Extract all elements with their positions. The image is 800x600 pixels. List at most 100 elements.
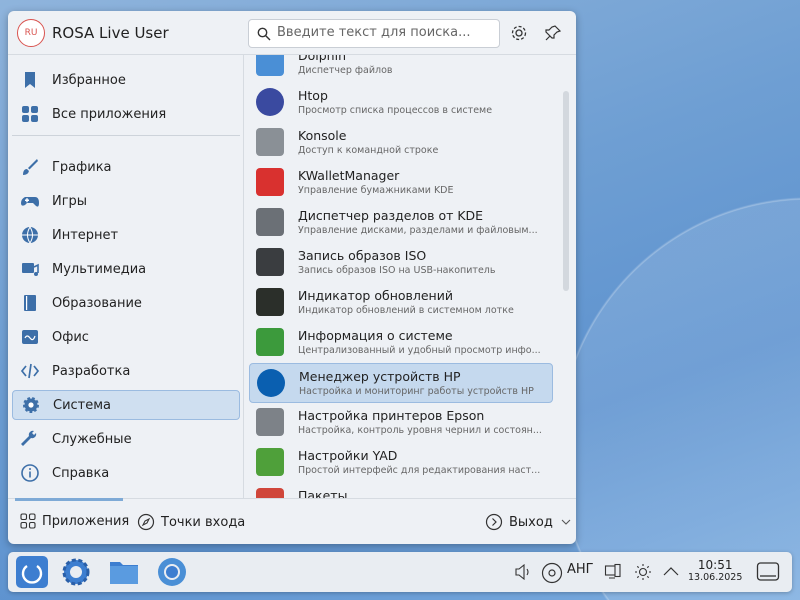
app-subtitle: Запись образов ISO на USB-накопитель <box>298 265 496 276</box>
sidebar-item-1[interactable]: Все приложения <box>12 99 240 129</box>
sidebar-item-11[interactable]: Справка <box>12 458 240 488</box>
app-list-item[interactable]: Информация о системе Централизованный и у… <box>249 323 553 363</box>
sidebar-item-label: Интернет <box>52 227 119 243</box>
sidebar-divider <box>12 135 240 136</box>
application-launcher: RU ROSA Live User Избранное Все приложени… <box>8 11 576 544</box>
sidebar-item-label: Разработка <box>52 363 131 379</box>
application-list: Dolphin Диспетчер файлов Htop Просмотр спис… <box>245 55 561 498</box>
app-icon <box>256 408 284 436</box>
app-list-item[interactable]: Настройка принтеров Epson Настройка, конт… <box>249 403 553 443</box>
launcher-header: RU ROSA Live User <box>8 11 576 55</box>
app-subtitle: Управление бумажниками KDE <box>298 185 454 196</box>
user-name: ROSA Live User <box>52 24 169 42</box>
browser-icon[interactable] <box>156 556 188 588</box>
sidebar-item-7[interactable]: Офис <box>12 322 240 352</box>
sidebar-item-label: Игры <box>52 193 88 209</box>
search-icon <box>257 27 271 41</box>
app-list-item[interactable]: Konsole Доступ к командной строке <box>249 123 553 163</box>
app-list-item[interactable]: Менеджер устройств HP Настройка и монитор… <box>249 363 553 403</box>
app-title: Dolphin <box>298 55 346 63</box>
sidebar-item-2[interactable]: Графика <box>12 152 240 182</box>
pin-icon[interactable] <box>543 23 563 43</box>
taskbar: АНГ 10:51 13.06.2025 <box>8 552 792 592</box>
globe-icon <box>22 226 38 244</box>
app-title: Запись образов ISO <box>298 248 427 263</box>
app-title: Индикатор обновлений <box>298 288 453 303</box>
sidebar-item-9[interactable]: Система <box>12 390 240 420</box>
app-title: Пакеты <box>298 488 348 498</box>
tab-places-label: Точки входа <box>161 514 246 530</box>
sidebar-item-3[interactable]: Игры <box>12 186 240 216</box>
info-icon <box>21 464 39 482</box>
app-icon <box>256 328 284 356</box>
book-icon <box>24 295 36 311</box>
clock[interactable]: 10:51 13.06.2025 <box>688 558 742 583</box>
app-icon <box>256 248 284 276</box>
chevron-up-icon[interactable] <box>662 563 680 581</box>
gear-icon <box>23 397 39 413</box>
active-tab-indicator <box>15 498 123 501</box>
leave-arrow-icon <box>485 513 503 531</box>
app-title: KWalletManager <box>298 168 400 183</box>
brightness-icon[interactable] <box>634 563 652 581</box>
office-icon <box>22 330 38 344</box>
app-list-item[interactable]: Dolphin Диспетчер файлов <box>249 55 553 83</box>
avatar[interactable]: RU <box>17 19 45 47</box>
tab-applications[interactable]: Приложения <box>20 513 129 529</box>
show-desktop-icon[interactable] <box>756 561 780 583</box>
scrollbar[interactable] <box>563 91 569 291</box>
sidebar-item-6[interactable]: Образование <box>12 288 240 318</box>
app-subtitle: Централизованный и удобный просмотр инфо… <box>298 345 541 356</box>
app-subtitle: Управление дисками, разделами и файловым… <box>298 225 538 236</box>
settings-gear-icon[interactable] <box>509 23 529 43</box>
launcher-button[interactable] <box>16 556 48 588</box>
app-title: Настройки YAD <box>298 448 398 463</box>
app-list-item[interactable]: Индикатор обновлений Индикатор обновлений… <box>249 283 553 323</box>
app-icon <box>256 128 284 156</box>
app-list-item[interactable]: Настройки YAD Простой интерфейс для редак… <box>249 443 553 483</box>
sidebar-item-label: Система <box>53 397 112 413</box>
code-icon <box>20 363 40 379</box>
app-icon <box>256 208 284 236</box>
app-list-item[interactable]: KWalletManager Управление бумажниками KDE <box>249 163 553 203</box>
network-icon[interactable] <box>604 563 622 581</box>
app-subtitle: Простой интерфейс для редактирования нас… <box>298 465 541 476</box>
volume-icon[interactable] <box>514 563 532 581</box>
app-subtitle: Настройка и мониторинг работы устройств … <box>299 386 534 397</box>
app-icon <box>256 288 284 316</box>
sidebar-item-5[interactable]: Мультимедиа <box>12 254 240 284</box>
leave-button[interactable]: Выход <box>485 513 577 531</box>
app-title: Konsole <box>298 128 347 143</box>
chevron-down-icon <box>561 519 571 525</box>
app-subtitle: Индикатор обновлений в системном лотке <box>298 305 514 316</box>
system-settings-icon[interactable] <box>60 556 92 588</box>
category-sidebar: Избранное Все приложения Графика Игры Интерн… <box>8 55 244 498</box>
app-list-item[interactable]: Htop Просмотр списка процессов в системе <box>249 83 553 123</box>
app-title: Менеджер устройств HP <box>299 369 461 384</box>
leave-label: Выход <box>509 514 553 530</box>
gamepad-icon <box>21 197 39 207</box>
sidebar-item-0[interactable]: Избранное <box>12 65 240 95</box>
sidebar-item-4[interactable]: Интернет <box>12 220 240 250</box>
sidebar-item-label: Служебные <box>52 431 132 447</box>
sidebar-item-10[interactable]: Служебные <box>12 424 240 454</box>
clock-time: 10:51 <box>697 558 733 572</box>
wrench-icon <box>21 430 37 446</box>
disc-icon[interactable] <box>541 562 563 584</box>
keyboard-layout[interactable]: АНГ <box>567 562 594 577</box>
app-list-item[interactable]: Пакеты <box>249 483 553 498</box>
app-subtitle: Доступ к командной строке <box>298 145 439 156</box>
search-input[interactable] <box>277 25 492 40</box>
search-box[interactable] <box>248 19 500 48</box>
app-list-item[interactable]: Запись образов ISO Запись образов ISO на … <box>249 243 553 283</box>
sidebar-item-label: Все приложения <box>52 106 167 122</box>
file-manager-icon[interactable] <box>108 556 140 588</box>
launcher-footer: Приложения Точки входа Выход <box>8 498 576 544</box>
sidebar-item-label: Образование <box>52 295 142 311</box>
app-list-item[interactable]: Диспетчер разделов от KDE Управление диск… <box>249 203 553 243</box>
sidebar-item-8[interactable]: Разработка <box>12 356 240 386</box>
app-icon <box>256 168 284 196</box>
app-icon <box>256 448 284 476</box>
grid-icon <box>22 106 38 122</box>
tab-places[interactable]: Точки входа <box>137 513 245 531</box>
